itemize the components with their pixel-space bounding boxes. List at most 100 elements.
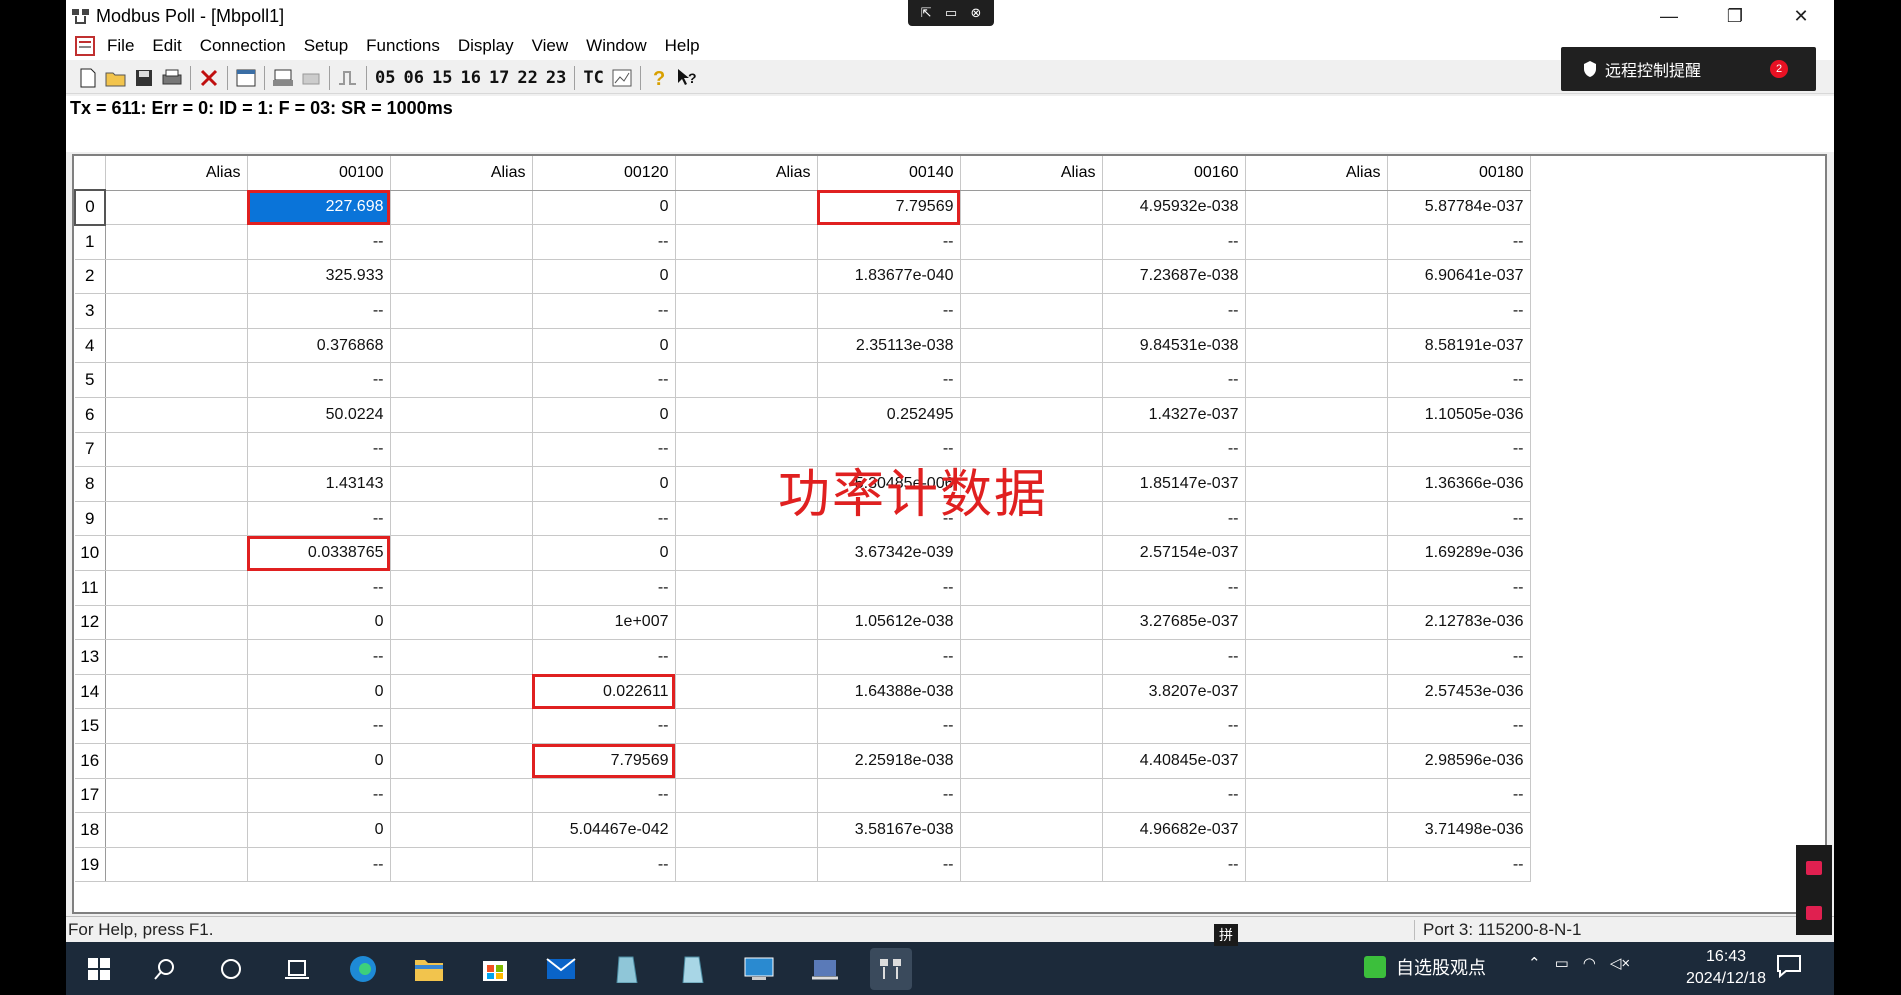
register-value-cell[interactable]: 227.698 <box>247 190 391 226</box>
alias-cell[interactable] <box>675 812 818 848</box>
register-value-cell[interactable]: 1.10505e-036 <box>1387 397 1531 433</box>
register-value-cell[interactable]: -- <box>532 362 676 399</box>
alias-cell[interactable] <box>675 328 818 364</box>
register-value-cell[interactable]: -- <box>1387 293 1531 329</box>
alias-cell[interactable] <box>390 778 533 814</box>
row-number[interactable]: 18 <box>75 812 106 848</box>
folder-icon[interactable] <box>1806 860 1822 875</box>
register-value-cell[interactable]: -- <box>1102 778 1246 814</box>
register-value-cell[interactable]: -- <box>1387 432 1531 468</box>
alias-cell[interactable] <box>390 397 533 433</box>
notepad2-icon[interactable] <box>672 948 714 990</box>
register-value-cell[interactable]: -- <box>1102 570 1246 606</box>
register-value-cell[interactable]: 2.35113e-038 <box>817 328 961 364</box>
alias-cell[interactable] <box>1245 466 1388 502</box>
start-icon[interactable] <box>78 948 120 990</box>
alias-cell[interactable] <box>390 328 533 364</box>
alias-cell[interactable] <box>675 743 818 779</box>
alias-cell[interactable] <box>390 639 533 675</box>
alias-cell[interactable] <box>105 224 248 260</box>
fc-22-button[interactable]: 22 <box>513 68 541 88</box>
register-value-cell[interactable]: 2.98596e-036 <box>1387 743 1531 779</box>
alias-cell[interactable] <box>1245 190 1388 226</box>
register-value-cell[interactable]: 1.64388e-038 <box>817 674 961 710</box>
printer-disabled-icon[interactable] <box>297 64 325 92</box>
alias-cell[interactable] <box>105 259 248 295</box>
register-value-cell[interactable]: -- <box>1102 847 1246 883</box>
register-value-cell[interactable]: 3.27685e-037 <box>1102 605 1246 641</box>
pulse-icon[interactable] <box>334 64 362 92</box>
taskbar-clock[interactable]: 16:43 2024/12/18 <box>1686 946 1766 990</box>
register-value-cell[interactable]: -- <box>817 224 961 260</box>
register-value-cell[interactable]: -- <box>247 639 391 675</box>
register-value-cell[interactable]: 0 <box>532 259 676 295</box>
register-value-cell[interactable]: -- <box>1387 501 1531 537</box>
register-value-cell[interactable]: 6.90641e-037 <box>1387 259 1531 295</box>
alias-cell[interactable] <box>105 605 248 641</box>
alias-cell[interactable] <box>960 259 1103 295</box>
row-number[interactable]: 6 <box>75 397 106 433</box>
alias-cell[interactable] <box>1245 812 1388 848</box>
alias-column-header[interactable]: Alias <box>675 156 818 191</box>
register-value-cell[interactable]: -- <box>1102 708 1246 744</box>
remote-control-notification[interactable]: 远程控制提醒 2 <box>1561 47 1816 91</box>
alias-cell[interactable] <box>960 674 1103 710</box>
network-app-icon[interactable] <box>804 948 846 990</box>
row-number[interactable]: 2 <box>75 259 106 295</box>
register-value-cell[interactable]: 0.0338765 <box>247 535 391 572</box>
register-value-cell[interactable]: -- <box>1387 570 1531 606</box>
restore-button[interactable]: ❐ <box>1702 0 1768 32</box>
register-value-cell[interactable]: -- <box>532 224 676 260</box>
register-value-cell[interactable]: -- <box>1387 708 1531 744</box>
register-value-cell[interactable]: -- <box>247 362 391 399</box>
register-value-cell[interactable]: 7.23687e-038 <box>1102 259 1246 295</box>
action-center-icon[interactable] <box>1776 954 1802 978</box>
register-value-cell[interactable]: 7.79569 <box>817 190 961 226</box>
register-value-cell[interactable]: -- <box>247 501 391 537</box>
alias-cell[interactable] <box>390 743 533 779</box>
register-value-cell[interactable]: 0 <box>247 743 391 779</box>
pointer-icon[interactable]: ⇱ <box>921 5 932 21</box>
alias-cell[interactable] <box>675 259 818 295</box>
alias-cell[interactable] <box>1245 397 1388 433</box>
context-help-icon[interactable]: ? <box>673 64 701 92</box>
fc-17-button[interactable]: 17 <box>485 68 513 88</box>
save-icon[interactable] <box>130 64 158 92</box>
alias-cell[interactable] <box>390 190 533 226</box>
alias-cell[interactable] <box>105 190 248 226</box>
row-number[interactable]: 11 <box>75 570 106 606</box>
minimize-button[interactable]: — <box>1636 0 1702 32</box>
row-number[interactable]: 9 <box>75 501 106 537</box>
register-column-header[interactable]: 00140 <box>817 156 961 191</box>
alias-cell[interactable] <box>105 639 248 675</box>
menu-edit[interactable]: Edit <box>143 36 190 56</box>
document-icon[interactable] <box>74 35 98 57</box>
tc-button[interactable]: TC <box>579 68 607 88</box>
search-icon[interactable] <box>144 948 186 990</box>
fc-05-button[interactable]: 05 <box>371 68 399 88</box>
register-value-cell[interactable]: -- <box>247 224 391 260</box>
fc-23-button[interactable]: 23 <box>542 68 570 88</box>
alias-cell[interactable] <box>1245 501 1388 537</box>
register-column-header[interactable]: 00120 <box>532 156 676 191</box>
alias-cell[interactable] <box>390 708 533 744</box>
mail-icon[interactable] <box>540 948 582 990</box>
row-number[interactable]: 12 <box>75 605 106 641</box>
alias-cell[interactable] <box>675 362 818 399</box>
alias-cell[interactable] <box>105 743 248 779</box>
register-value-cell[interactable]: 0.022611 <box>532 674 676 710</box>
register-value-cell[interactable]: -- <box>247 778 391 814</box>
register-value-cell[interactable]: 0 <box>532 466 676 502</box>
register-value-cell[interactable]: 3.8207e-037 <box>1102 674 1246 710</box>
task-view-icon[interactable] <box>276 948 318 990</box>
register-value-cell[interactable]: -- <box>817 847 961 883</box>
row-number[interactable]: 13 <box>75 639 106 675</box>
modbus-poll-taskbar-icon[interactable] <box>870 947 912 990</box>
register-value-cell[interactable]: 0 <box>532 190 676 226</box>
row-number[interactable]: 17 <box>75 778 106 814</box>
alias-cell[interactable] <box>105 432 248 468</box>
register-value-cell[interactable]: -- <box>1387 639 1531 675</box>
alias-cell[interactable] <box>675 570 818 606</box>
register-value-cell[interactable]: -- <box>1387 224 1531 260</box>
register-value-cell[interactable]: -- <box>1387 847 1531 883</box>
